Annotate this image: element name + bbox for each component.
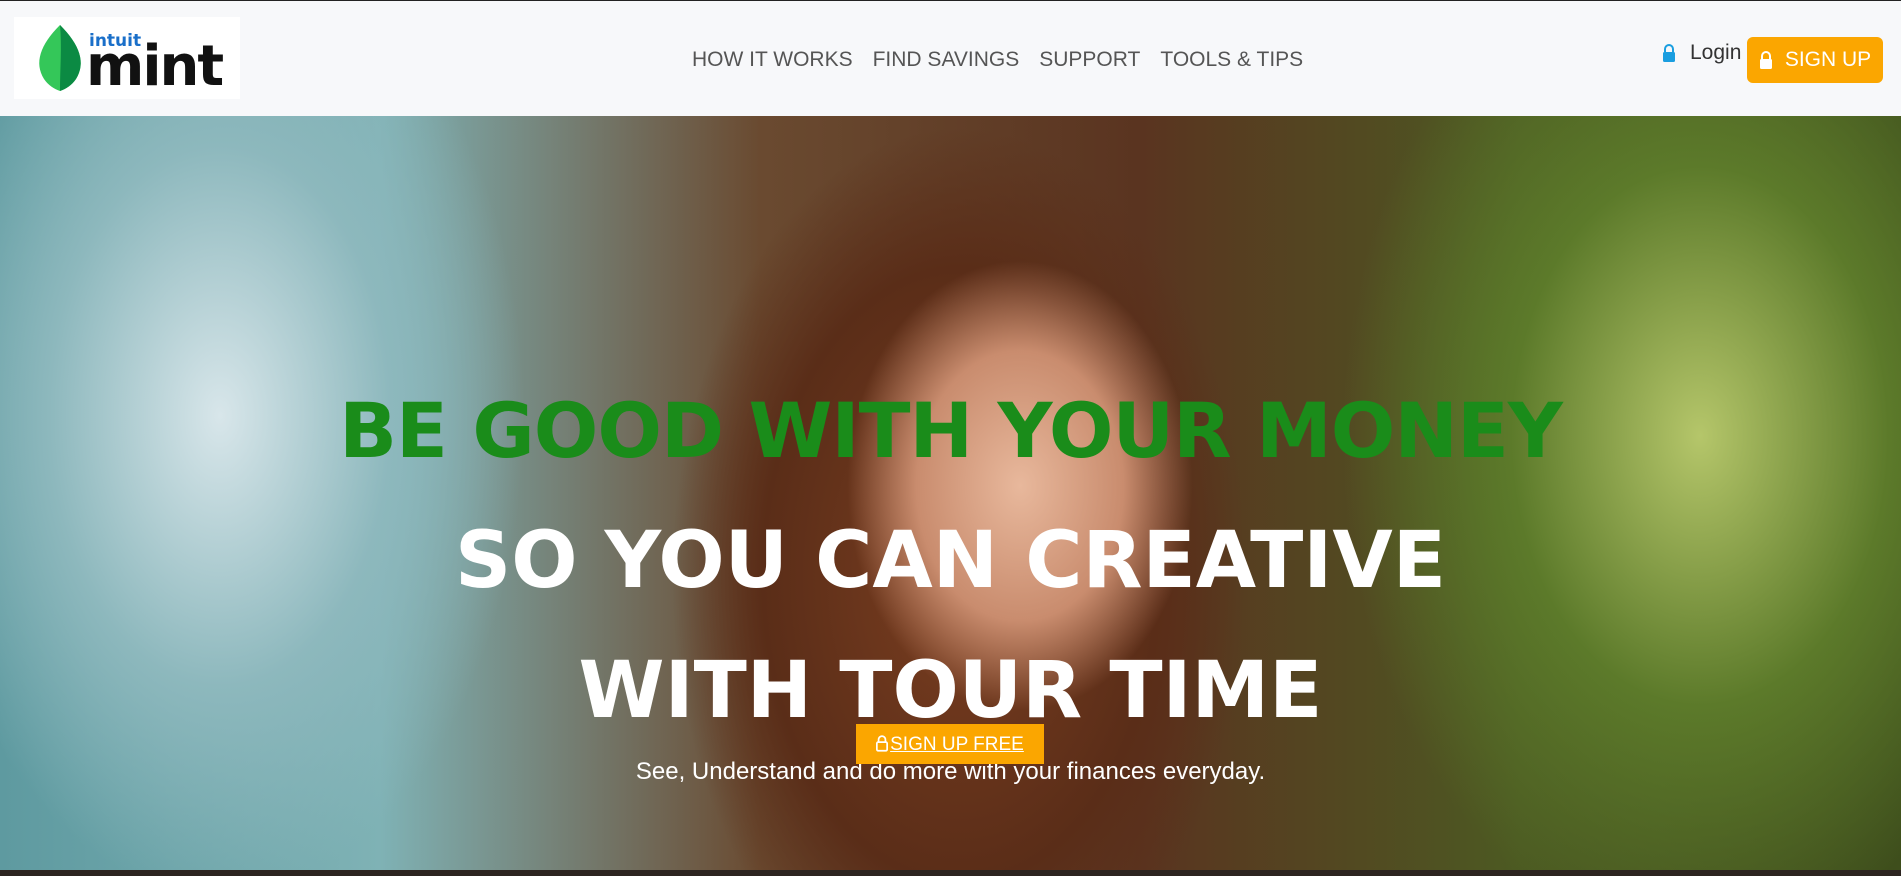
leaf-icon	[39, 25, 81, 91]
lock-icon	[876, 735, 889, 752]
hero-headline-line2: SO YOU CAN CREATIVE	[455, 516, 1446, 606]
signup-free-label: SIGN UP FREE	[890, 734, 1024, 755]
hero-headline-line1: BE GOOD WITH YOUR MONEY	[339, 386, 1563, 475]
mint-wordmark: mint	[86, 34, 224, 99]
nav-how-it-works[interactable]: HOW IT WORKS	[692, 48, 853, 72]
top-navbar: intuit mint HOW IT WORKS FIND SAVINGS SU…	[0, 0, 1901, 116]
signup-label: SIGN UP	[1784, 48, 1872, 71]
lock-icon	[1663, 44, 1675, 62]
nav-find-savings[interactable]: FIND SAVINGS	[873, 48, 1020, 72]
login-label: Login	[1690, 41, 1742, 64]
signup-free-button[interactable]: SIGN UP FREE	[856, 724, 1044, 764]
lock-icon	[1759, 51, 1772, 69]
hero-headline-line3: WITH TOUR TIME	[578, 646, 1323, 736]
main-nav: HOW IT WORKS FIND SAVINGS SUPPORT TOOLS …	[692, 48, 1303, 72]
nav-tools-tips[interactable]: TOOLS & TIPS	[1160, 48, 1303, 72]
signup-button[interactable]: SIGN UP	[1747, 37, 1883, 83]
mint-logo[interactable]: intuit mint	[14, 17, 240, 99]
login-link[interactable]: Login	[1662, 41, 1741, 65]
nav-support[interactable]: SUPPORT	[1039, 48, 1140, 72]
page: intuit mint HOW IT WORKS FIND SAVINGS SU…	[0, 0, 1901, 876]
bottom-edge	[0, 870, 1901, 876]
